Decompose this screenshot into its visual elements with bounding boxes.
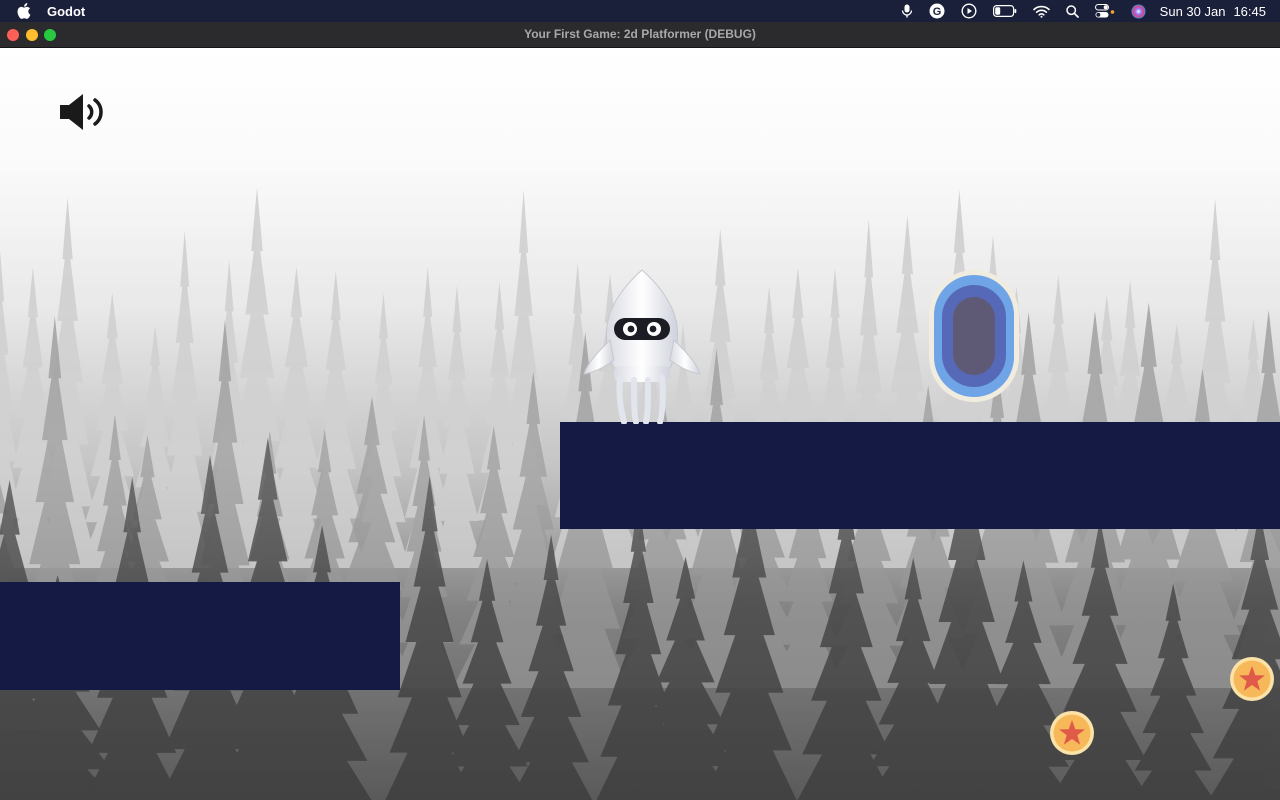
star-coin bbox=[1050, 711, 1094, 755]
svg-text:G: G bbox=[932, 6, 941, 18]
app-menu-name[interactable]: Godot bbox=[47, 4, 85, 19]
menubar-clock[interactable]: Sun 30 Jan 16:45 bbox=[1160, 4, 1266, 19]
wifi-icon[interactable] bbox=[1032, 0, 1050, 22]
speaker-icon[interactable] bbox=[58, 92, 110, 132]
menubar-time: 16:45 bbox=[1233, 3, 1266, 19]
battery-icon[interactable] bbox=[992, 0, 1017, 22]
menubar-date: Sun 30 Jan bbox=[1159, 3, 1226, 19]
upper-platform bbox=[560, 422, 1280, 529]
grammarly-icon[interactable]: G bbox=[929, 0, 945, 22]
spotlight-search-icon[interactable] bbox=[1065, 0, 1079, 22]
microphone-icon[interactable] bbox=[901, 0, 913, 22]
lower-platform bbox=[0, 582, 400, 690]
window-title: Your First Game: 2d Platformer (DEBUG) bbox=[524, 27, 756, 41]
window-title-bar[interactable]: Your First Game: 2d Platformer (DEBUG) bbox=[0, 22, 1280, 48]
squid-player bbox=[583, 269, 701, 424]
siri-icon[interactable] bbox=[1131, 0, 1146, 22]
game-viewport[interactable] bbox=[0, 48, 1280, 800]
portal bbox=[929, 270, 1019, 402]
menu-bar: Godot G Sun 30 Jan 16:45 bbox=[0, 0, 1280, 22]
star-coin bbox=[1230, 657, 1274, 701]
apple-icon[interactable] bbox=[17, 3, 31, 19]
play-icon[interactable] bbox=[961, 0, 977, 22]
control-center-icon[interactable] bbox=[1094, 0, 1115, 22]
